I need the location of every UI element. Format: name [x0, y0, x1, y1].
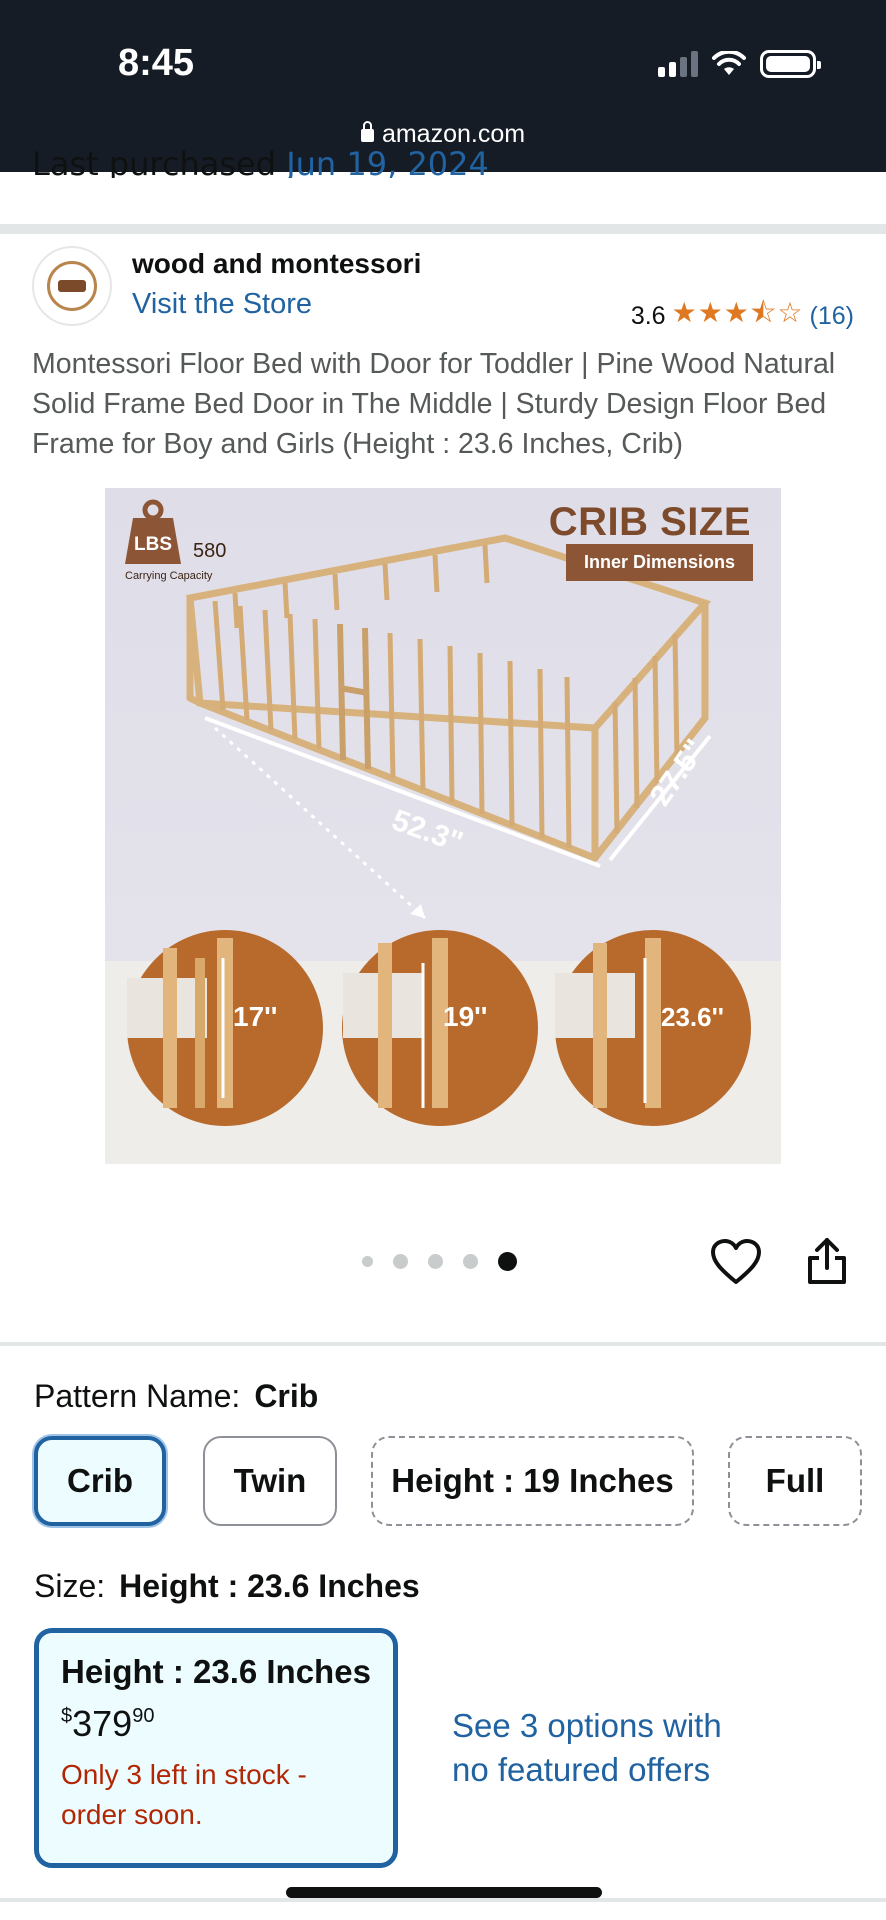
- heart-icon[interactable]: [710, 1238, 762, 1286]
- size-selected-value: Height : 23.6 Inches: [119, 1568, 420, 1604]
- price-fraction: 90: [132, 1705, 155, 1727]
- carousel-dot[interactable]: [428, 1254, 443, 1269]
- weight-value: 580: [193, 540, 227, 562]
- rating-value: 3.6: [630, 301, 666, 330]
- stock-warning: Only 3 left in stock - order soon.: [61, 1755, 371, 1835]
- carousel-dot[interactable]: [463, 1254, 478, 1269]
- weight-caption: Carrying Capacity: [125, 570, 213, 582]
- section-divider: [0, 224, 886, 234]
- pattern-label-text: Pattern Name:: [34, 1378, 241, 1414]
- star-rating-icon: ★★★⯪☆: [671, 297, 804, 328]
- size-option-name: Height : 23.6 Inches: [61, 1653, 371, 1690]
- other-offers-line2: no featured offers: [452, 1751, 711, 1788]
- size-label-text: Size:: [34, 1568, 106, 1604]
- share-icon[interactable]: [806, 1236, 848, 1286]
- carousel-dots[interactable]: [362, 1252, 517, 1271]
- other-offers-link[interactable]: See 3 options with no featured offers: [452, 1704, 772, 1792]
- signal-icon: [658, 51, 698, 77]
- stock-warning-line1: Only 3 left in stock -: [61, 1759, 307, 1790]
- carousel-dot[interactable]: [362, 1256, 373, 1267]
- carousel-dot[interactable]: [393, 1254, 408, 1269]
- section-divider: [0, 1898, 886, 1902]
- pattern-option-full[interactable]: Full: [728, 1436, 862, 1526]
- weight-icon: LBS: [125, 499, 181, 564]
- size-label: Size: Height : 23.6 Inches: [34, 1568, 420, 1605]
- rating-count[interactable]: (16): [810, 302, 854, 331]
- visit-store-link[interactable]: Visit the Store: [132, 288, 312, 321]
- last-purchased-label: Last purchased: [32, 145, 277, 178]
- height-label-17: 17'': [233, 1001, 277, 1032]
- size-option-price: $37990: [61, 1703, 371, 1745]
- product-image[interactable]: 52.3" 27.5" LBS 17'' 19'' 23.6'' CRIB SI…: [105, 488, 781, 1164]
- carousel-dot-active[interactable]: [498, 1252, 517, 1271]
- weight-badge: LBS: [134, 534, 172, 555]
- pattern-option-crib[interactable]: Crib: [34, 1436, 166, 1526]
- height-label-236: 23.6'': [661, 1002, 724, 1032]
- store-name: wood and montessori: [132, 248, 422, 279]
- price-whole: 379: [72, 1703, 133, 1744]
- size-option-card[interactable]: Height : 23.6 Inches $37990 Only 3 left …: [34, 1628, 398, 1868]
- stock-warning-line2: order soon.: [61, 1799, 203, 1830]
- wifi-icon: [712, 51, 746, 75]
- image-heading: CRIB SIZE: [548, 500, 751, 544]
- pattern-selected-value: Crib: [254, 1378, 319, 1414]
- pattern-option-twin[interactable]: Twin: [203, 1436, 337, 1526]
- last-purchased: Last purchased Jun 19, 2024: [32, 138, 632, 178]
- price-symbol: $: [61, 1705, 73, 1727]
- crib-illustration: 52.3" 27.5" LBS 17'' 19'' 23.6'': [125, 499, 751, 1126]
- pattern-option-height-19[interactable]: Height : 19 Inches: [371, 1436, 694, 1526]
- other-offers-line1: See 3 options with: [452, 1707, 722, 1744]
- section-divider: [0, 1342, 886, 1346]
- pattern-label: Pattern Name: Crib: [34, 1378, 318, 1415]
- product-title: Montessori Floor Bed with Door for Toddl…: [32, 348, 836, 460]
- battery-icon: [760, 50, 821, 78]
- store-logo[interactable]: [32, 246, 112, 326]
- status-icons: [658, 50, 821, 78]
- rating[interactable]: 3.6 ★★★⯪☆ (16): [631, 292, 854, 340]
- status-time: 8:45: [118, 42, 195, 84]
- image-subheading: Inner Dimensions: [565, 544, 753, 581]
- height-label-19: 19'': [443, 1001, 487, 1032]
- home-indicator[interactable]: [286, 1887, 602, 1898]
- last-purchased-date[interactable]: Jun 19, 2024: [286, 145, 489, 178]
